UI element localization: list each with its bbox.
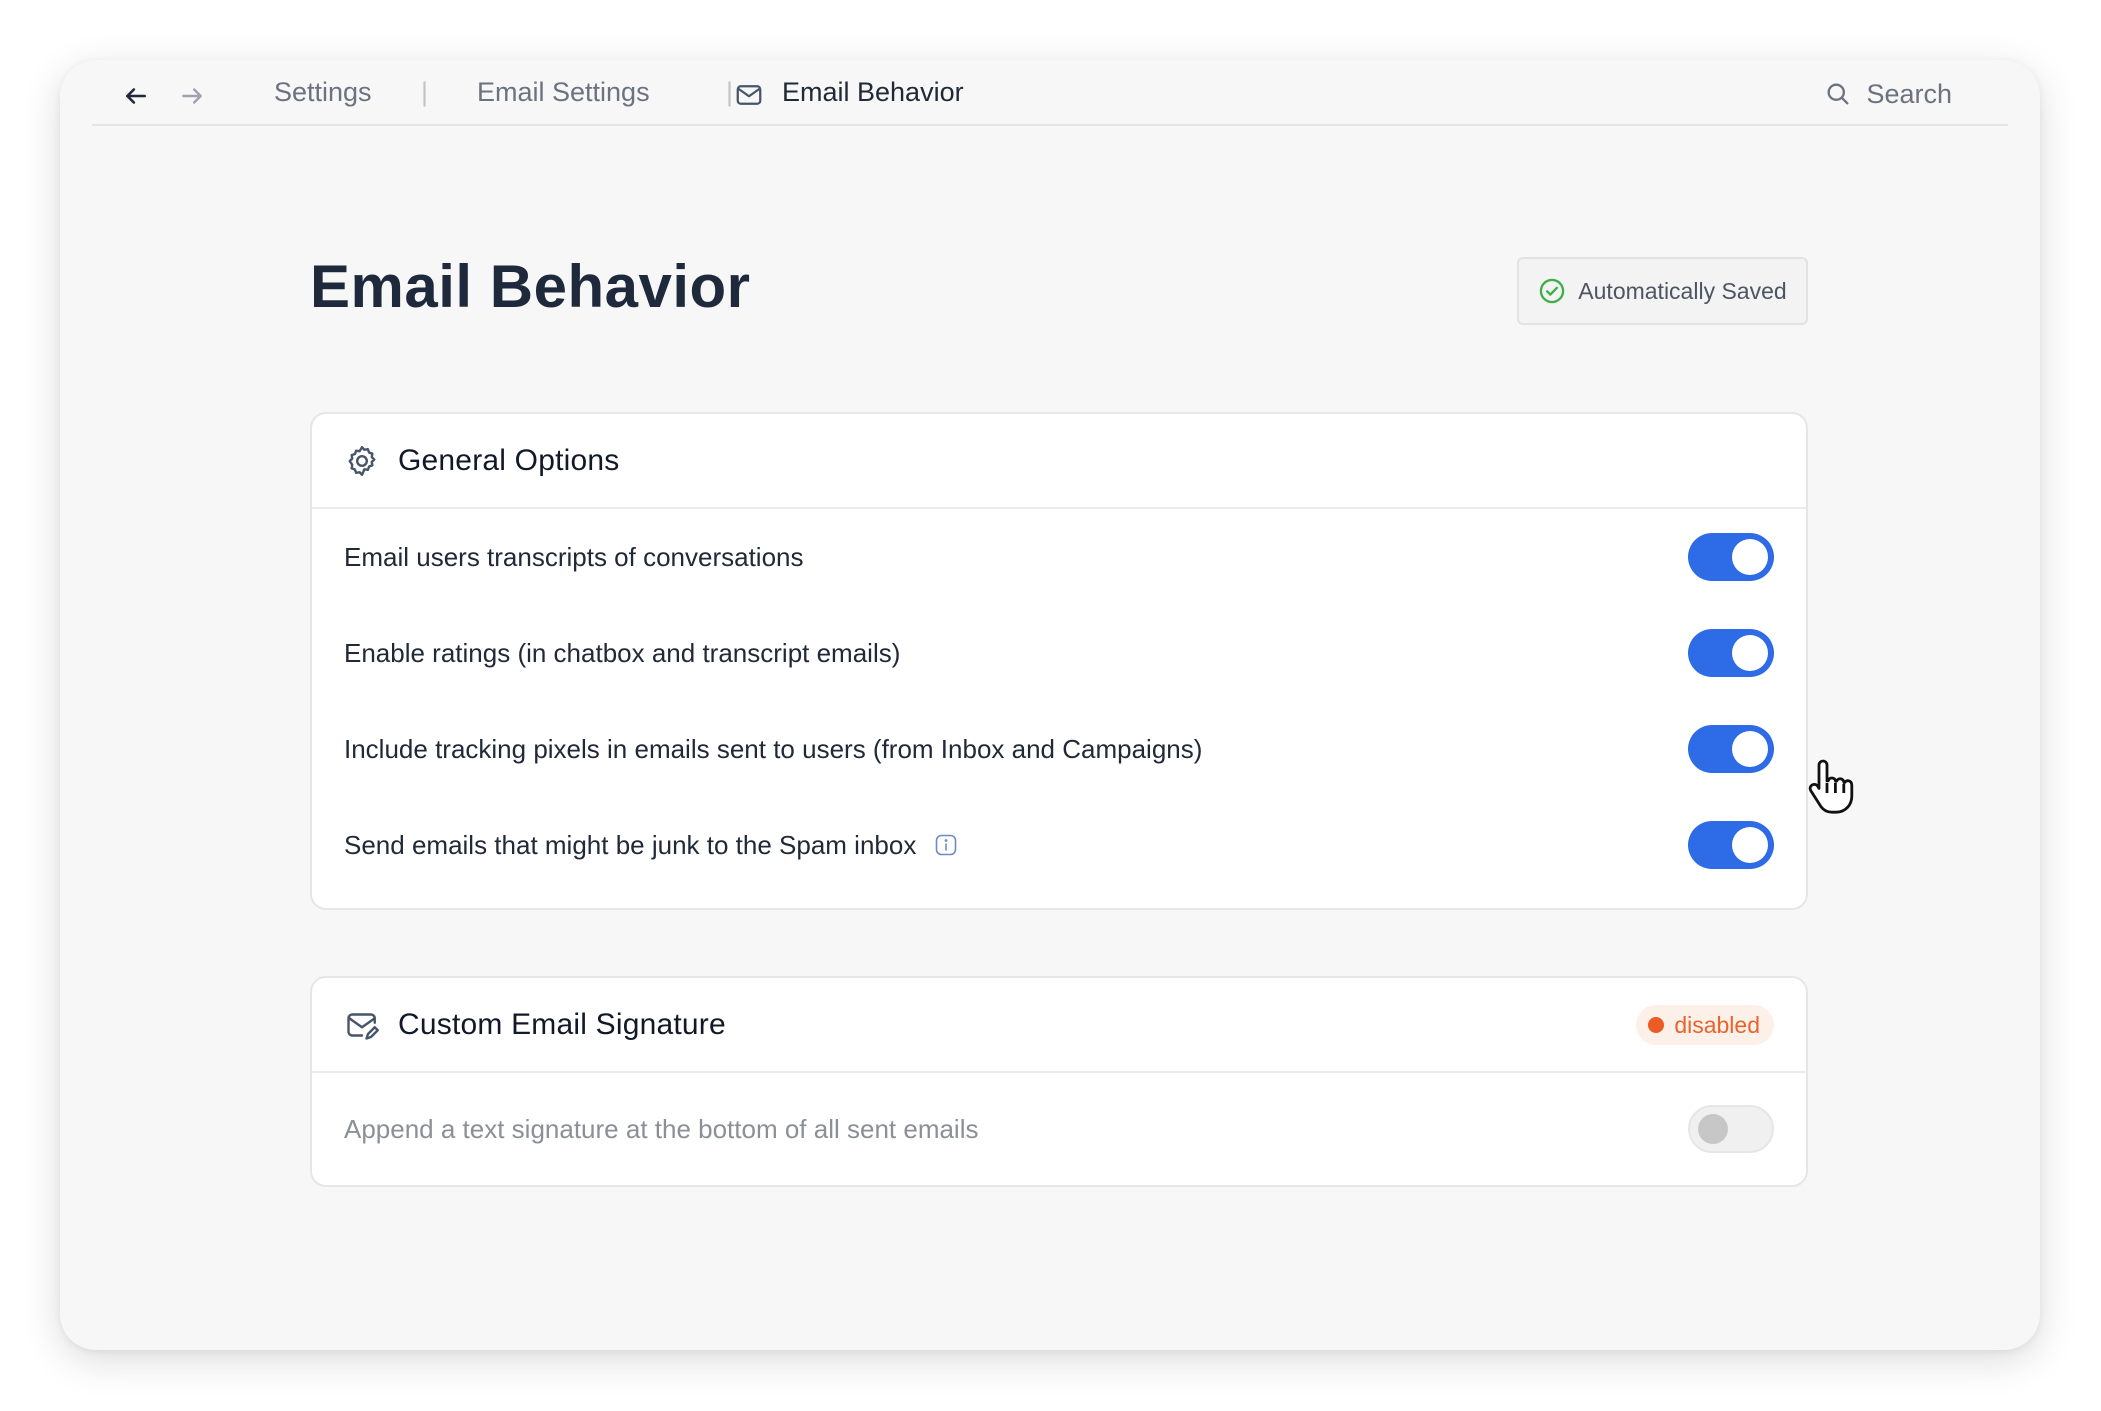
hand-pointer-icon [1808,759,1854,814]
top-bar: Settings | Email Settings | Email Behavi… [92,60,2008,126]
breadcrumb-email-settings[interactable]: Email Settings [477,74,650,110]
general-options-card: General Options Email users transcripts … [310,412,1808,910]
page-title: Email Behavior [310,253,751,320]
status-dot [1648,1017,1665,1033]
custom-signature-header: Custom Email Signature disabled [312,978,1806,1073]
option-row-spam: Send emails that might be junk to the Sp… [312,797,1806,893]
option-label: Enable ratings (in chatbox and transcrip… [344,637,901,668]
general-options-header: General Options [312,414,1806,509]
breadcrumb-separator: | [421,77,429,107]
signature-toggle[interactable] [1688,1105,1774,1153]
ratings-toggle[interactable] [1688,629,1774,677]
check-circle-icon [1540,278,1565,304]
search-placeholder: Search [1866,78,1952,109]
toggle-knob [1732,635,1768,671]
back-button[interactable] [118,78,154,114]
search-field[interactable]: Search [1824,74,1952,114]
status-label: disabled [1674,1011,1760,1038]
status-badge: disabled [1636,1005,1774,1045]
spam-toggle[interactable] [1688,821,1774,869]
tracking-pixels-toggle[interactable] [1688,725,1774,773]
custom-signature-title: Custom Email Signature [398,1007,726,1041]
mail-icon [736,85,762,105]
toggle-knob [1732,731,1768,767]
toggle-knob [1732,539,1768,575]
info-icon[interactable] [934,833,958,857]
forward-button[interactable] [174,78,210,114]
general-options-title: General Options [398,443,620,477]
toggle-knob [1698,1114,1728,1144]
option-row-signature: Append a text signature at the bottom of… [312,1073,1806,1185]
custom-signature-card: Custom Email Signature disabled Append a… [310,976,1808,1187]
breadcrumb-current: Email Behavior [782,77,964,107]
option-label: Send emails that might be junk to the Sp… [344,829,917,860]
option-row-tracking-pixels: Include tracking pixels in emails sent t… [312,701,1806,797]
mail-edit-icon [347,1012,379,1040]
save-status-badge: Automatically Saved [1517,257,1808,325]
app-window: Settings | Email Settings | Email Behavi… [60,60,2040,1350]
option-label: Include tracking pixels in emails sent t… [344,733,1203,764]
option-label: Append a text signature at the bottom of… [344,1113,979,1144]
gear-icon [348,445,376,476]
transcripts-toggle[interactable] [1688,533,1774,581]
option-row-transcripts: Email users transcripts of conversations [312,509,1806,605]
breadcrumb-separator: | [726,77,734,107]
arrow-left-icon [126,88,146,104]
option-label: Email users transcripts of conversations [344,541,804,572]
toggle-knob [1732,827,1768,863]
arrow-right-icon [182,88,202,104]
save-status-label: Automatically Saved [1578,277,1787,304]
breadcrumb-settings[interactable]: Settings [274,74,372,110]
option-row-ratings: Enable ratings (in chatbox and transcrip… [312,605,1806,701]
search-icon [1827,83,1849,105]
